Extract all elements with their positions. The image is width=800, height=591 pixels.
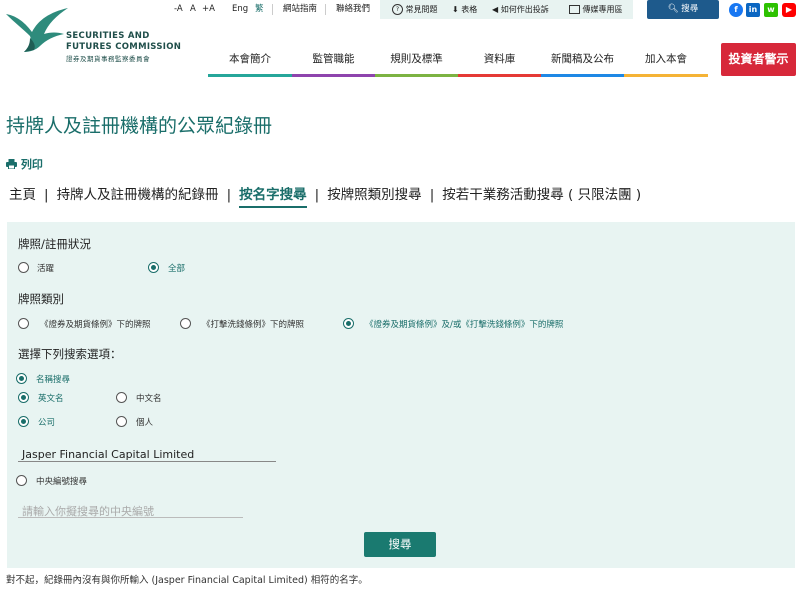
company-label: 公司 xyxy=(38,418,56,428)
name-input[interactable]: Jasper Financial Capital Limited xyxy=(22,448,194,461)
font-size-medium[interactable]: A xyxy=(190,0,196,19)
radio-name-search[interactable] xyxy=(16,373,27,384)
nav-about-underline xyxy=(208,74,292,77)
complaint-link[interactable]: ◀ 如何作出投訴 xyxy=(492,0,549,19)
radio-status-all[interactable] xyxy=(148,262,159,273)
question-icon: ? xyxy=(392,4,403,15)
submit-search-button[interactable]: 搜尋 xyxy=(364,532,436,557)
nav-careers[interactable]: 加入本會 xyxy=(624,44,708,74)
radio-ce-search[interactable] xyxy=(16,475,27,486)
page-title: 持牌人及註冊機構的公眾紀錄冊 xyxy=(6,115,273,137)
youtube-icon[interactable]: ▶ xyxy=(782,3,796,17)
nav-regulatory-underline xyxy=(292,74,375,77)
forms-label: 表格 xyxy=(461,5,478,14)
forms-link[interactable]: ⬇ 表格 xyxy=(452,0,477,19)
search-label: 搜尋 xyxy=(681,4,699,14)
radio-individual[interactable] xyxy=(116,416,127,427)
search-options-title: 選擇下列搜索選項： xyxy=(18,347,122,361)
status-active-label: 活躍 xyxy=(37,264,55,274)
name-search-label: 名稱搜尋 xyxy=(36,375,71,385)
divider: | xyxy=(314,187,320,203)
divider: | xyxy=(226,187,232,203)
name-input-underline xyxy=(18,461,276,462)
logo-text: SECURITIES AND FUTURES COMMISSION xyxy=(66,31,181,53)
print-link[interactable]: 列印 xyxy=(6,156,43,172)
radio-status-active[interactable] xyxy=(18,262,29,273)
english-name-label: 英文名 xyxy=(38,394,64,404)
result-message: 對不起，紀錄冊內沒有與你所輸入 (Jasper Financial Capita… xyxy=(6,575,368,586)
nav-rules[interactable]: 規則及標準 xyxy=(375,44,458,74)
logo-line-2: FUTURES COMMISSION xyxy=(66,42,182,52)
nav-rules-underline xyxy=(375,74,458,77)
font-size-large[interactable]: +A xyxy=(202,0,215,19)
nav-database[interactable]: 資料庫 xyxy=(458,44,541,74)
logo-line-3: 證券及期貨事務監察委員會 xyxy=(66,55,150,63)
investor-alert-button[interactable]: 投資者警示 xyxy=(721,43,796,76)
radio-type-sfo[interactable] xyxy=(18,318,29,329)
complaint-label: 如何作出投訴 xyxy=(500,5,549,14)
search-icon: 🔍︎ xyxy=(667,4,679,14)
status-title: 牌照/註冊狀況 xyxy=(18,237,91,251)
radio-english-name[interactable] xyxy=(18,392,29,403)
type-both-label: 《證券及期貨條例》及/或《打擊洗錢條例》下的牌照 xyxy=(365,320,564,330)
nav-regulatory[interactable]: 監管職能 xyxy=(292,44,375,74)
media-label: 傳媒專用區 xyxy=(582,5,623,14)
tab-search-by-activity[interactable]: 按若干業務活動搜尋 ( 只限法團 ) xyxy=(442,187,641,203)
licence-type-title: 牌照類別 xyxy=(18,292,64,306)
facebook-icon[interactable]: f xyxy=(729,3,743,17)
radio-type-both[interactable] xyxy=(343,318,354,329)
font-size-small[interactable]: -A xyxy=(174,0,183,19)
image-icon xyxy=(569,5,580,14)
divider: | xyxy=(429,187,435,203)
faq-label: 常見問題 xyxy=(405,5,438,14)
megaphone-icon: ◀ xyxy=(492,5,499,14)
nav-news[interactable]: 新聞稿及公布 xyxy=(541,44,624,74)
radio-chinese-name[interactable] xyxy=(116,392,127,403)
type-amlo-label: 《打擊洗錢條例》下的牌照 xyxy=(202,320,305,330)
printer-icon xyxy=(6,158,21,171)
nav-database-underline xyxy=(458,74,541,77)
logo-line-1: SECURITIES AND xyxy=(66,31,150,41)
nav-careers-underline xyxy=(624,74,708,77)
print-label: 列印 xyxy=(20,158,43,171)
sitemap-link[interactable]: 網站指南 xyxy=(283,0,317,19)
breadcrumb: 主頁 | 持牌人及註冊機構的紀錄冊 | 按名字搜尋 | 按牌照類別搜尋 | 按若干業務活動搜尋 … xyxy=(9,183,641,208)
nav-about[interactable]: 本會簡介 xyxy=(208,44,292,74)
lang-tc-link[interactable]: 繁 xyxy=(255,0,264,19)
nav-news-underline xyxy=(541,74,624,77)
tab-search-by-name[interactable]: 按名字搜尋 xyxy=(239,187,307,208)
linkedin-icon[interactable]: in xyxy=(746,3,760,17)
lang-en-link[interactable]: Eng xyxy=(232,0,248,19)
radio-type-amlo[interactable] xyxy=(180,318,191,329)
divider xyxy=(272,4,273,15)
ce-search-label: 中央編號搜尋 xyxy=(36,477,88,487)
tab-register[interactable]: 持牌人及註冊機構的紀錄冊 xyxy=(57,187,219,203)
tab-home[interactable]: 主頁 xyxy=(9,187,36,203)
divider: | xyxy=(44,187,49,203)
ce-input-underline xyxy=(18,517,243,518)
tab-search-by-licence[interactable]: 按牌照類別搜尋 xyxy=(327,187,422,203)
radio-company[interactable] xyxy=(18,416,29,427)
divider xyxy=(325,4,326,15)
faq-link[interactable]: ? 常見問題 xyxy=(392,0,438,19)
wechat-icon[interactable]: w xyxy=(764,3,778,17)
type-sfo-label: 《證券及期貨條例》下的牌照 xyxy=(40,320,151,330)
individual-label: 個人 xyxy=(136,418,154,428)
download-icon: ⬇ xyxy=(452,5,459,14)
search-button[interactable]: 🔍︎ 搜尋 xyxy=(647,0,719,19)
contact-link[interactable]: 聯絡我們 xyxy=(336,0,370,19)
media-link[interactable]: 傳媒專用區 xyxy=(569,0,623,19)
status-all-label: 全部 xyxy=(168,264,186,274)
chinese-name-label: 中文名 xyxy=(136,394,162,404)
sfc-logo-icon[interactable] xyxy=(4,6,70,60)
